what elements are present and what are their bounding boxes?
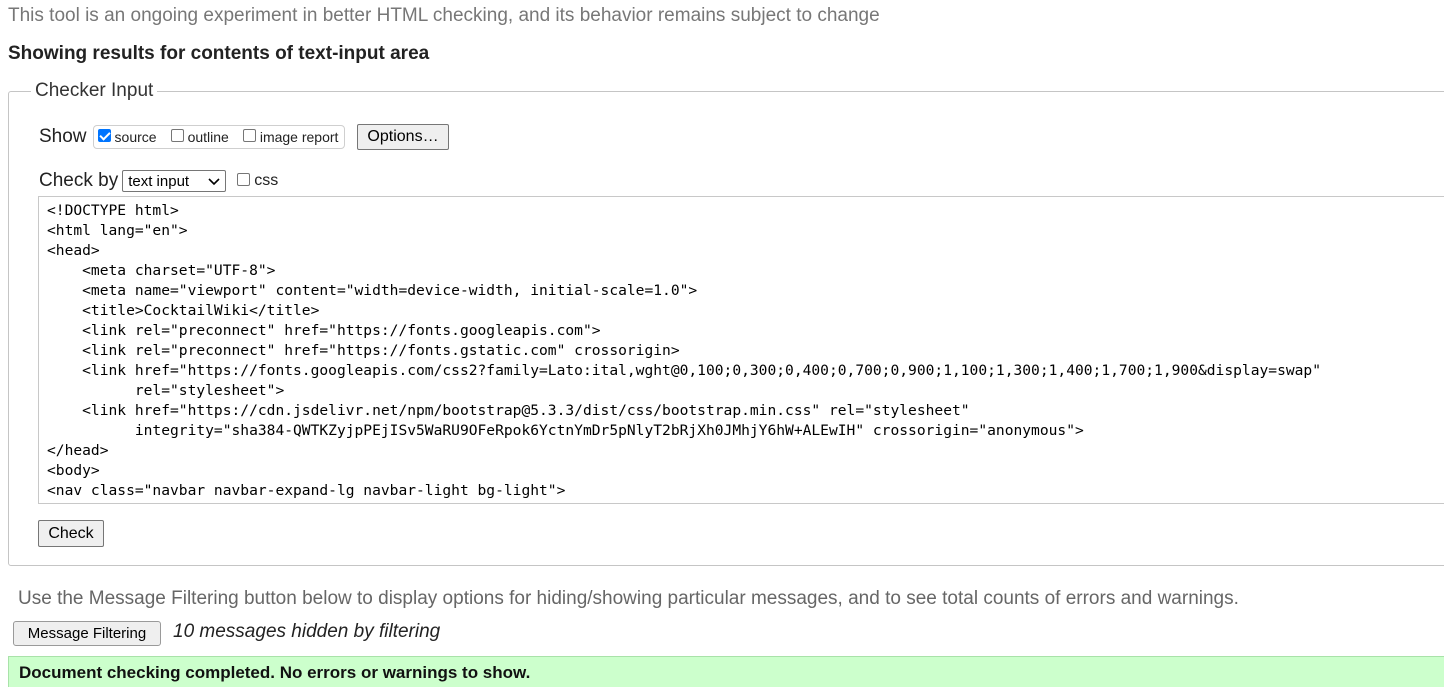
source-label: source (114, 129, 157, 145)
source-line: <meta name="viewport" content="width=dev… (47, 282, 698, 299)
source-checkbox[interactable] (97, 128, 111, 142)
source-line: <head> (47, 242, 100, 259)
source-line: <link rel="preconnect" href="https://fon… (47, 322, 601, 339)
hidden-messages-count: 10 messages hidden by filtering (173, 621, 441, 642)
outline-label: outline (187, 129, 229, 145)
source-line: rel="stylesheet"> (47, 382, 285, 399)
filtering-note: Use the Message Filtering button below t… (18, 588, 1239, 609)
check-button[interactable]: Check (38, 520, 104, 547)
checker-input-legend: Checker Input (35, 80, 154, 101)
source-line: <!DOCTYPE html> (47, 202, 179, 219)
source-line: integrity="sha384-QWTKZyjpPEjISv5WaRU9OF… (47, 422, 1084, 439)
source-textarea[interactable]: <!DOCTYPE html> <html lang="en"> <head> … (38, 196, 1444, 504)
check-by-row: Check by text input css (39, 168, 278, 194)
show-options-group: source outline image report (92, 125, 346, 149)
show-source-option[interactable]: source (97, 128, 157, 145)
source-line: <link rel="preconnect" href="https://fon… (47, 342, 680, 359)
status-success-banner: Document checking completed. No errors o… (8, 656, 1444, 687)
show-outline-option[interactable]: outline (170, 128, 229, 145)
source-line: <link href="https://fonts.googleapis.com… (47, 362, 1321, 379)
source-line: <link href="https://cdn.jsdelivr.net/npm… (47, 402, 970, 419)
check-by-select[interactable]: text input (122, 170, 227, 192)
experiment-note: This tool is an ongoing experiment in be… (8, 5, 880, 26)
source-line: <html lang="en"> (47, 222, 188, 239)
css-checkbox[interactable] (237, 172, 251, 186)
css-option[interactable]: css (237, 172, 278, 190)
source-code: <!DOCTYPE html> <html lang="en"> <head> … (47, 201, 1321, 501)
check-by-selected-value: text input (128, 172, 190, 190)
validator-page: This tool is an ongoing experiment in be… (0, 0, 1444, 687)
source-line: <meta charset="UTF-8"> (47, 262, 276, 279)
chevron-down-icon (208, 178, 220, 186)
show-image-report-option[interactable]: image report (242, 128, 339, 145)
message-filtering-button[interactable]: Message Filtering (13, 621, 161, 646)
image-report-checkbox[interactable] (242, 128, 256, 142)
show-label: Show (39, 126, 87, 147)
css-label: css (254, 172, 279, 189)
source-line: <nav class="navbar navbar-expand-lg navb… (47, 482, 566, 499)
source-line: </head> (47, 442, 109, 459)
check-by-label: Check by (39, 170, 119, 191)
results-heading: Showing results for contents of text-inp… (8, 43, 430, 64)
image-report-label: image report (259, 129, 339, 145)
show-row: Show source outline image report Options… (39, 123, 449, 151)
source-line: <title>CocktailWiki</title> (47, 302, 320, 319)
outline-checkbox[interactable] (170, 128, 184, 142)
source-line: <body> (47, 462, 100, 479)
options-button[interactable]: Options… (357, 124, 449, 150)
